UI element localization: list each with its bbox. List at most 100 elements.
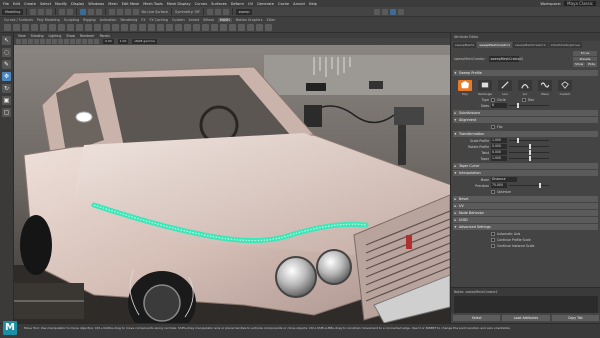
menu-mesh-display[interactable]: Mesh Display (167, 2, 191, 6)
shelf-tab[interactable]: Arnold (189, 18, 200, 22)
shelf-tool-icon[interactable] (184, 24, 191, 31)
menu-uv[interactable]: UV (248, 2, 253, 6)
menuset-dropdown[interactable]: Modeling (2, 8, 24, 15)
select-object-icon[interactable] (88, 8, 95, 15)
slider-knob[interactable] (529, 156, 531, 161)
shelf-tool-icon[interactable] (94, 24, 101, 31)
shelf-tool-icon[interactable] (265, 24, 272, 31)
select-hierarchy-icon[interactable] (80, 8, 87, 15)
textured-icon[interactable] (64, 39, 69, 44)
tab-sweep-mesh-creator-2[interactable]: sweepMeshCreator2 (513, 42, 548, 48)
use-lights-icon[interactable] (70, 39, 75, 44)
shelf-tool-icon[interactable] (166, 24, 173, 31)
section-uv[interactable]: UV (453, 202, 598, 209)
resolution-gate-icon[interactable] (46, 39, 51, 44)
viewport-menu-lighting[interactable]: Lighting (49, 34, 62, 38)
shelf-tool-icon[interactable] (85, 24, 92, 31)
menu-display[interactable]: Display (71, 2, 84, 6)
shelf-tab[interactable]: FX (141, 18, 145, 22)
lasso-tool-icon[interactable]: ◌ (2, 48, 11, 57)
shelf-tool-icon[interactable] (211, 24, 218, 31)
shelf-tab[interactable]: Bifrost (203, 18, 214, 22)
shelf-tool-icon[interactable] (130, 24, 137, 31)
menu-file[interactable]: File (3, 2, 9, 6)
shelf-tool-icon[interactable] (121, 24, 128, 31)
precision-slider[interactable] (509, 183, 549, 188)
shelf-tool-icon[interactable] (112, 24, 119, 31)
shelf-tab[interactable]: Rendering (120, 18, 137, 22)
precision-field[interactable]: 75.000 (491, 183, 507, 188)
shelf-tool-icon[interactable] (157, 24, 164, 31)
shelf-tool-icon[interactable] (49, 24, 56, 31)
shelf-tool-icon[interactable] (4, 24, 11, 31)
transform-field[interactable]: 0.000 (491, 150, 507, 155)
transform-field[interactable]: 0.000 (491, 144, 507, 149)
shelf-tool-icon[interactable] (256, 24, 263, 31)
show-button[interactable]: Show (573, 62, 586, 67)
shelf-tab[interactable]: Sculpting (64, 18, 79, 22)
tab-sweep-mesh[interactable]: sweepMesh1 (453, 42, 477, 48)
shelf-tab[interactable]: Custom (172, 18, 185, 22)
menu-create[interactable]: Create (24, 2, 36, 6)
shelf-tab[interactable]: Motion Graphics (236, 18, 263, 22)
grid-icon[interactable] (34, 39, 39, 44)
ambient-occlusion-icon[interactable] (82, 39, 87, 44)
automatic-axis-checkbox[interactable] (491, 231, 495, 236)
section-bevel[interactable]: Bevel (453, 195, 598, 202)
menu-help[interactable]: Help (309, 2, 317, 6)
snap-point-icon[interactable] (125, 8, 132, 15)
viewport-menu-renderer[interactable]: Renderer (80, 34, 95, 38)
shelf-tool-icon[interactable] (58, 24, 65, 31)
search-input[interactable]: sweep (235, 8, 253, 15)
sides-field[interactable]: 8 (491, 103, 507, 108)
camera-attributes-icon[interactable] (16, 39, 21, 44)
shelf-tool-icon[interactable] (67, 24, 74, 31)
transform-slider[interactable] (509, 150, 549, 155)
transform-slider[interactable] (509, 156, 549, 161)
tab-initial-shading-group[interactable]: initialShadingGroup (548, 42, 583, 48)
shelf-tool-icon[interactable] (202, 24, 209, 31)
menu-arnold[interactable]: Arnold (293, 2, 305, 6)
mode-dropdown[interactable]: Distance (491, 177, 517, 182)
sides-slider[interactable] (509, 103, 549, 108)
symmetry-label[interactable]: Symmetry: Off (175, 10, 200, 14)
rotate-tool-icon[interactable]: ↻ (2, 84, 11, 93)
xray-icon[interactable] (94, 39, 99, 44)
type-circle-radio[interactable] (491, 97, 495, 102)
type-star-radio[interactable] (521, 97, 526, 102)
menu-deform[interactable]: Deform (231, 2, 244, 6)
section-node-behavior[interactable]: Node Behavior (453, 209, 598, 216)
section-alignment[interactable]: Alignment (453, 116, 598, 123)
viewport-scene[interactable] (14, 45, 450, 323)
shelf-tool-icon[interactable] (175, 24, 182, 31)
colorspace-dropdown[interactable]: sRGB gamma (132, 39, 157, 44)
snap-surface-icon[interactable] (133, 8, 140, 15)
menu-edit-mesh[interactable]: Edit Mesh (122, 2, 140, 6)
shelf-tab[interactable]: Rigging (83, 18, 96, 22)
shelf-tool-icon[interactable] (229, 24, 236, 31)
section-subdivisions[interactable]: Subdivisions (453, 109, 598, 116)
select-tool-icon[interactable]: ↖ (2, 36, 11, 45)
menu-curves[interactable]: Curves (195, 2, 207, 6)
section-uuid[interactable]: UUID (453, 216, 598, 223)
transform-slider[interactable] (509, 144, 549, 149)
profile-custom[interactable]: Custom (557, 79, 573, 96)
isolate-select-icon[interactable] (88, 39, 93, 44)
menu-mesh[interactable]: Mesh (108, 2, 117, 6)
hide-button[interactable]: Hide (586, 62, 597, 67)
exposure-field[interactable]: 0.00 (103, 39, 114, 44)
workspace-dropdown[interactable]: Maya Classic (564, 1, 596, 6)
section-taper-curve[interactable]: Taper Curve (453, 162, 598, 169)
menu-edit[interactable]: Edit (13, 2, 20, 6)
shelf-tab[interactable]: FX Caching (149, 18, 168, 22)
viewport-menu-panels[interactable]: Panels (100, 34, 110, 38)
gamma-field[interactable]: 1.00 (117, 39, 129, 44)
presets-button[interactable]: Presets (573, 56, 597, 61)
snap-curve-icon[interactable] (117, 8, 124, 15)
profile-rectangle[interactable]: Rectangle (477, 79, 493, 96)
snap-grid-icon[interactable] (109, 8, 116, 15)
profile-line[interactable]: Line (497, 79, 513, 96)
attribute-editor-icon[interactable] (390, 8, 397, 15)
last-tool-icon[interactable]: ▢ (2, 108, 11, 117)
shelf-tab[interactable]: Animation (100, 18, 117, 22)
